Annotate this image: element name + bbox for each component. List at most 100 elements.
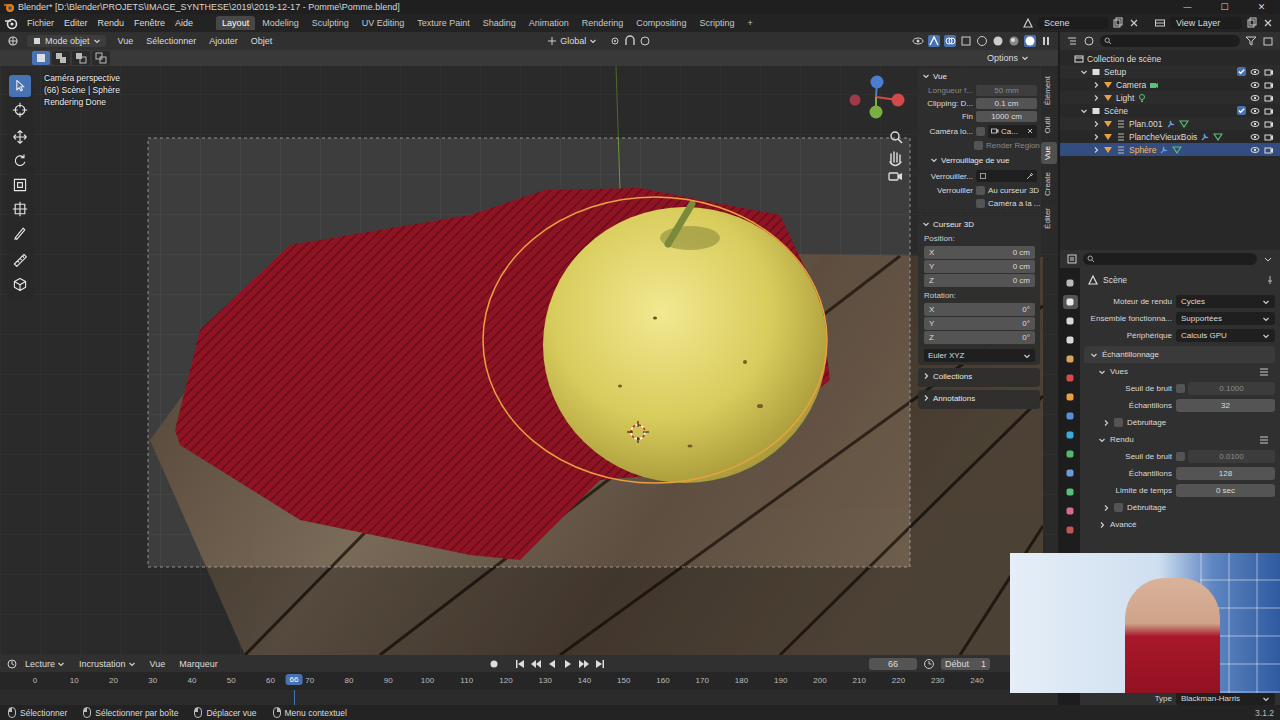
- options-icon[interactable]: [1262, 253, 1274, 265]
- outliner-object-row[interactable]: Plan.001: [1060, 117, 1280, 130]
- presets-list-icon[interactable]: [1259, 435, 1269, 445]
- display-mode-icon[interactable]: [1083, 35, 1095, 47]
- proportional-edit-icon[interactable]: [639, 35, 651, 47]
- menu-item[interactable]: Editer: [59, 18, 93, 28]
- properties-tab[interactable]: [1063, 409, 1078, 423]
- axis-field[interactable]: Z0°: [924, 331, 1035, 344]
- render-camera-icon[interactable]: [1264, 119, 1274, 129]
- checkbox[interactable]: [976, 199, 985, 208]
- outliner-root-row[interactable]: Collection de scène: [1060, 52, 1280, 65]
- properties-tab[interactable]: [1063, 447, 1078, 461]
- checkbox[interactable]: [1176, 452, 1185, 461]
- timeline-menu[interactable]: Lecture: [20, 659, 70, 669]
- next-keyframe-icon[interactable]: [578, 658, 590, 670]
- properties-tab[interactable]: [1063, 333, 1078, 347]
- tool-button[interactable]: [9, 273, 31, 295]
- render-camera-icon[interactable]: [1264, 67, 1274, 77]
- panel-header[interactable]: Curseur 3D: [918, 216, 1040, 232]
- expand-arrow-icon[interactable]: [1092, 81, 1100, 89]
- menu-item[interactable]: Fichier: [22, 18, 59, 28]
- subpanel-header[interactable]: Verrouillage de vue: [918, 152, 1040, 168]
- workspace-tab[interactable]: Rendering: [576, 16, 630, 30]
- axis-field[interactable]: X0°: [924, 303, 1035, 316]
- outliner-editor-icon[interactable]: [1066, 35, 1078, 47]
- properties-tab[interactable]: [1063, 428, 1078, 442]
- workspace-tab[interactable]: Layout: [216, 16, 255, 30]
- rotation-mode-dropdown[interactable]: Euler XYZ: [924, 349, 1035, 362]
- panel-header[interactable]: Annotations: [918, 390, 1040, 406]
- panel-header[interactable]: Collections: [918, 368, 1040, 384]
- expand-arrow-icon[interactable]: [1092, 133, 1100, 141]
- record-icon[interactable]: [488, 658, 500, 670]
- tool-button[interactable]: [9, 99, 31, 121]
- solid-shading-icon[interactable]: [992, 35, 1004, 47]
- render-camera-icon[interactable]: [1264, 106, 1274, 116]
- viewport-menu-item[interactable]: Sélectionner: [141, 36, 201, 46]
- properties-tab[interactable]: [1063, 314, 1078, 328]
- outliner-object-row[interactable]: Camera: [1060, 78, 1280, 91]
- sidebar-tab[interactable]: Élément: [1041, 72, 1057, 109]
- orientation-dropdown[interactable]: Global: [542, 35, 602, 47]
- modifier-wrench-icon[interactable]: [1166, 119, 1176, 129]
- workspace-tab[interactable]: Scripting: [693, 16, 740, 30]
- jump-end-icon[interactable]: [594, 658, 606, 670]
- add-workspace-button[interactable]: +: [741, 16, 758, 30]
- axis-field[interactable]: Y0°: [924, 317, 1035, 330]
- number-field[interactable]: 0.1 cm: [976, 98, 1037, 109]
- render-camera-icon[interactable]: [1264, 80, 1274, 90]
- play-reverse-icon[interactable]: [546, 658, 558, 670]
- timeline-track[interactable]: [0, 690, 1058, 705]
- camera-data-icon[interactable]: [1149, 80, 1159, 90]
- new-collection-icon[interactable]: [1262, 35, 1274, 47]
- dropdown[interactable]: Supportées: [1176, 312, 1275, 325]
- expand-arrow-icon[interactable]: [1092, 94, 1100, 102]
- tool-button[interactable]: [9, 75, 31, 97]
- presets-list-icon[interactable]: [1259, 367, 1269, 377]
- tool-button[interactable]: [9, 150, 31, 172]
- zoom-icon[interactable]: [891, 132, 902, 143]
- properties-tab[interactable]: [1063, 485, 1078, 499]
- timeline-menu[interactable]: Marqueur: [174, 659, 223, 669]
- tool-button[interactable]: [9, 222, 31, 244]
- object-field[interactable]: [976, 170, 1037, 182]
- clear-icon[interactable]: [1026, 127, 1034, 135]
- object-field[interactable]: Ca...: [988, 125, 1037, 138]
- mesh-data-icon[interactable]: [1213, 132, 1223, 142]
- properties-tab[interactable]: [1063, 352, 1078, 366]
- mode-dropdown[interactable]: Mode objet: [27, 35, 106, 47]
- modifier-wrench-icon[interactable]: [1200, 132, 1210, 142]
- checkbox[interactable]: [976, 186, 985, 195]
- subpanel-header[interactable]: Avancé: [1084, 516, 1275, 533]
- pause-render-icon[interactable]: [1040, 35, 1052, 47]
- frame-ruler[interactable]: 0102030405060708090100110120130140150160…: [0, 672, 1058, 690]
- menu-item[interactable]: Rendu: [93, 18, 130, 28]
- properties-tab[interactable]: [1063, 276, 1078, 290]
- window-control-button[interactable]: ✕: [1243, 0, 1280, 14]
- timeline-menu[interactable]: Incrustation: [74, 659, 141, 669]
- checkbox[interactable]: [1114, 418, 1123, 427]
- modifier-wrench-icon[interactable]: [1159, 145, 1169, 155]
- expand-arrow-icon[interactable]: [1080, 68, 1088, 76]
- tool-button[interactable]: [9, 126, 31, 148]
- properties-editor-icon[interactable]: [1066, 253, 1078, 265]
- subpanel-header[interactable]: Débruitage: [1084, 414, 1275, 431]
- render-camera-icon[interactable]: [1264, 145, 1274, 155]
- pivot-icon[interactable]: [609, 35, 621, 47]
- timeline-editor-icon[interactable]: [6, 658, 18, 670]
- pin-icon[interactable]: [1265, 275, 1275, 285]
- sidebar-tab[interactable]: Create: [1041, 168, 1057, 200]
- select-subtract-icon[interactable]: [72, 51, 90, 65]
- current-frame-field[interactable]: 66: [869, 658, 917, 670]
- timeline-menu[interactable]: Vue: [145, 659, 171, 669]
- sidebar-tab[interactable]: Éditer: [1041, 204, 1057, 233]
- properties-tab[interactable]: [1063, 523, 1078, 537]
- outliner-object-row[interactable]: Sphère: [1060, 143, 1280, 156]
- axis-field[interactable]: Y0 cm: [924, 260, 1035, 273]
- close-icon[interactable]: [1128, 17, 1140, 29]
- properties-tab[interactable]: [1063, 390, 1078, 404]
- pan-hand-icon[interactable]: [890, 152, 901, 166]
- dropdown[interactable]: Cycles: [1176, 295, 1275, 308]
- select-new-icon[interactable]: [32, 51, 50, 65]
- tool-button[interactable]: [9, 174, 31, 196]
- expand-arrow-icon[interactable]: [1080, 107, 1088, 115]
